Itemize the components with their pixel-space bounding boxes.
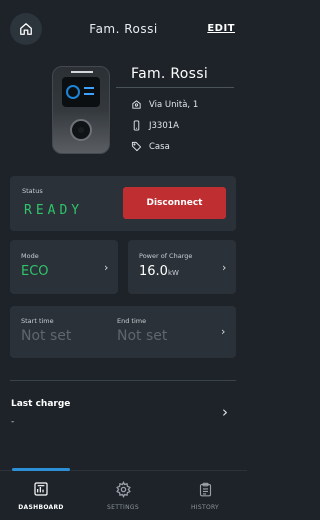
nav-settings-label: SETTINGS (107, 504, 139, 511)
chevron-right-icon: › (222, 261, 227, 274)
serial-row: J3301A (131, 120, 179, 131)
bottom-nav: DASHBOARD SETTINGS HISTORY (0, 468, 247, 520)
last-charge-value: - (11, 417, 15, 427)
schedule-card[interactable]: Start time Not set End time Not set › (10, 306, 236, 358)
divider (116, 87, 234, 88)
nav-settings[interactable]: SETTINGS (88, 481, 158, 511)
power-value-group: 16.0kW (139, 264, 179, 279)
phone-icon (133, 120, 140, 131)
location-icon (132, 100, 141, 109)
nav-history[interactable]: HISTORY (170, 481, 240, 511)
chevron-right-icon: › (104, 261, 109, 274)
address-row: Via Unità, 1 (131, 99, 198, 110)
start-time-value: Not set (21, 328, 72, 344)
disconnect-button[interactable]: Disconnect (123, 187, 226, 219)
device-name: Fam. Rossi (131, 66, 209, 82)
nav-dashboard-label: DASHBOARD (18, 504, 64, 511)
charger-display (62, 77, 100, 107)
mode-label: Mode (21, 252, 39, 260)
charger-logo (71, 71, 93, 73)
active-tab-indicator (12, 468, 70, 471)
chevron-right-icon: › (222, 403, 228, 421)
start-time-label: Start time (21, 317, 54, 325)
status-label: Status (22, 187, 43, 195)
divider (10, 380, 236, 381)
nav-dashboard[interactable]: DASHBOARD (6, 481, 76, 511)
gear-icon (115, 481, 131, 498)
last-charge-label: Last charge (11, 399, 71, 409)
device-tag: Casa (149, 141, 170, 152)
device-address: Via Unità, 1 (149, 99, 199, 110)
nav-history-label: HISTORY (190, 504, 220, 511)
end-time-value: Not set (117, 328, 168, 344)
status-value: READY (24, 203, 84, 218)
device-serial: J3301A (149, 120, 179, 131)
power-card[interactable]: Power of Charge 16.0kW › (128, 240, 236, 294)
charger-socket (70, 119, 92, 141)
tag-icon (131, 141, 142, 152)
chevron-right-icon: › (221, 325, 226, 338)
mode-value: ECO (21, 264, 49, 279)
tag-row: Casa (131, 141, 170, 152)
mode-card[interactable]: Mode ECO › (10, 240, 118, 294)
clipboard-icon (199, 482, 211, 497)
status-card: Status READY Disconnect (10, 176, 236, 231)
dashboard-icon (34, 482, 48, 496)
end-time-label: End time (117, 317, 147, 325)
app-header: Fam. Rossi EDIT (0, 0, 247, 60)
edit-button[interactable]: EDIT (207, 23, 235, 34)
power-value: 16.0 (139, 264, 168, 279)
power-unit: kW (167, 269, 179, 277)
power-label: Power of Charge (139, 252, 193, 260)
charger-image (52, 66, 110, 154)
